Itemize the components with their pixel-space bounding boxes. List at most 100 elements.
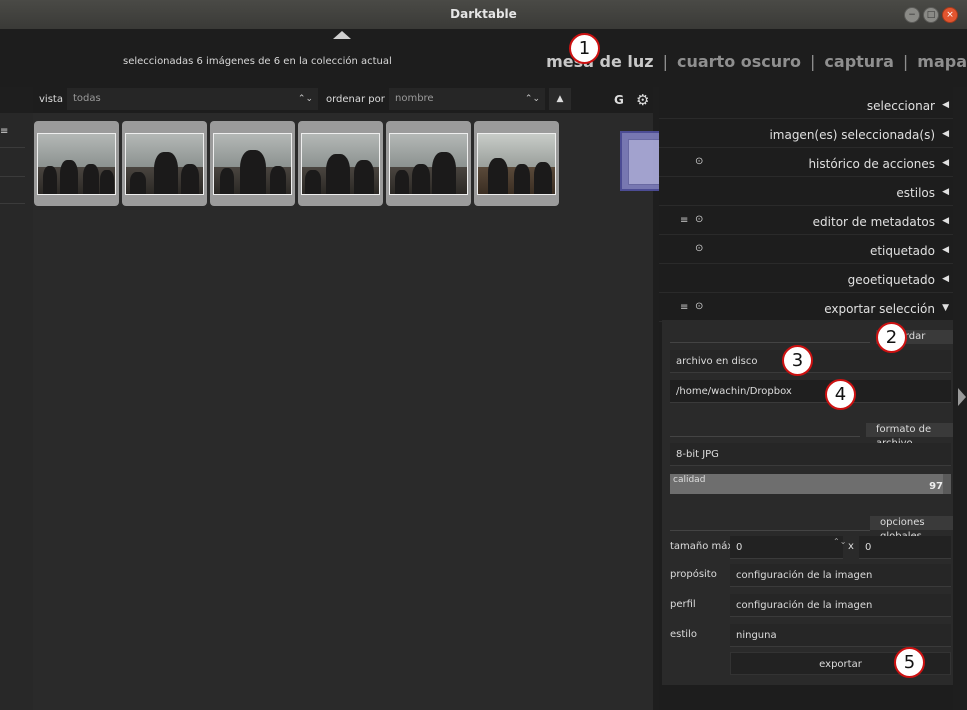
thumbnail-image <box>477 133 556 195</box>
maximize-button[interactable]: □ <box>923 7 939 23</box>
module-export-selected[interactable]: ≡ ⊙ exportar selección ▼ <box>659 293 953 322</box>
collapse-arrow-icon: ◀ <box>942 245 949 255</box>
collapse-arrow-icon: ◀ <box>942 274 949 284</box>
module-tagging[interactable]: ⊙ etiquetado ◀ <box>659 235 953 264</box>
intent-label: propósito <box>670 569 717 580</box>
reset-icon[interactable]: ⊙ <box>695 301 703 312</box>
divider <box>670 530 870 531</box>
module-label: editor de metadatos <box>812 215 935 229</box>
quality-label: calidad <box>673 475 706 485</box>
module-label: histórico de acciones <box>808 157 935 171</box>
collapse-arrow-icon: ◀ <box>942 216 949 226</box>
view-map[interactable]: mapa <box>917 52 967 71</box>
expand-arrow-icon: ▼ <box>942 303 949 313</box>
module-metadata-editor[interactable]: ≡ ⊙ editor de metadatos ◀ <box>659 206 953 235</box>
thumbnail-image <box>125 133 204 195</box>
profile-combo[interactable]: configuración de la imagen <box>730 594 951 617</box>
view-darkroom[interactable]: cuarto oscuro <box>677 52 801 71</box>
gear-icon[interactable]: ⚙ <box>636 91 649 109</box>
collapse-arrow-icon: ◀ <box>942 187 949 197</box>
selection-info: seleccionadas 6 imágenes de 6 en la cole… <box>123 56 392 67</box>
thumbnail[interactable] <box>122 121 207 206</box>
collapse-arrow-icon: ◀ <box>942 158 949 168</box>
max-width-input[interactable]: 0 <box>730 536 843 559</box>
module-label: imagen(es) seleccionada(s) <box>769 128 935 142</box>
max-height-input[interactable]: 0 <box>859 536 951 559</box>
reset-icon[interactable]: ⊙ <box>695 214 703 225</box>
divider <box>670 342 870 343</box>
size-separator: x <box>848 541 854 552</box>
view-separator: | <box>662 52 668 71</box>
callout-4: 4 <box>825 379 856 410</box>
menu-icon[interactable]: ≡ <box>0 126 8 137</box>
lighttable-grid <box>33 113 653 710</box>
module-select[interactable]: seleccionar ◀ <box>659 90 953 119</box>
divider <box>0 203 25 204</box>
module-label: exportar selección <box>824 302 935 316</box>
module-selected-images[interactable]: imagen(es) seleccionada(s) ◀ <box>659 119 953 148</box>
module-history-stack[interactable]: ⊙ histórico de acciones ◀ <box>659 148 953 177</box>
collapse-top-panel-icon[interactable] <box>333 31 351 39</box>
sort-label: ordenar por <box>326 94 385 105</box>
thumbnail-image <box>37 133 116 195</box>
thumbnail[interactable] <box>210 121 295 206</box>
callout-5: 5 <box>894 647 925 678</box>
reset-icon[interactable]: ⊙ <box>695 156 703 167</box>
style-label: estilo <box>670 629 697 640</box>
thumbnail[interactable] <box>386 121 471 206</box>
thumbnail-image <box>389 133 468 195</box>
divider <box>0 176 25 177</box>
divider <box>670 436 860 437</box>
view-separator: | <box>810 52 816 71</box>
thumbnail[interactable] <box>298 121 383 206</box>
module-styles[interactable]: estilos ◀ <box>659 177 953 206</box>
intent-combo[interactable]: configuración de la imagen <box>730 564 951 587</box>
view-tethering[interactable]: captura <box>824 52 893 71</box>
view-filter-value: todas <box>73 93 101 104</box>
view-filter-combo[interactable]: todas ⌃⌄ <box>67 88 318 110</box>
export-path-input[interactable]: /home/wachin/Dropbox <box>670 380 951 403</box>
thumbnail-image <box>301 133 380 195</box>
divider <box>0 147 25 148</box>
module-label: etiquetado <box>869 244 935 258</box>
profile-label: perfil <box>670 599 696 610</box>
minimize-button[interactable]: − <box>904 7 920 23</box>
quality-slider-fill <box>670 474 943 494</box>
view-separator: | <box>902 52 909 71</box>
callout-2: 2 <box>876 322 907 353</box>
module-label: seleccionar <box>866 99 935 113</box>
callout-3: 3 <box>782 345 813 376</box>
sort-direction-button[interactable]: ▲ <box>549 88 571 110</box>
sort-value: nombre <box>395 93 434 104</box>
presets-icon[interactable]: ≡ <box>680 215 688 226</box>
chevron-updown-icon: ⌃⌄ <box>524 94 540 104</box>
window-titlebar: Darktable − □ × <box>0 0 967 30</box>
file-format-combo[interactable]: 8-bit JPG <box>670 443 951 466</box>
thumbnail[interactable] <box>474 121 559 206</box>
view-filter-label: vista <box>39 94 63 105</box>
collapse-arrow-icon: ◀ <box>942 100 949 110</box>
view-switcher: mesa de luz | cuarto oscuro | captura | mapa <box>546 52 967 71</box>
section-file-format: formato de archivo <box>866 423 953 449</box>
collapse-arrow-icon: ◀ <box>942 129 949 139</box>
module-label: geoetiquetado <box>847 273 935 287</box>
thumbnail-image <box>213 133 292 195</box>
width-spin-icon[interactable]: ⌃⌄ <box>833 537 846 546</box>
grouping-button[interactable]: G <box>614 93 624 107</box>
style-combo[interactable]: ninguna <box>730 624 951 647</box>
module-label: estilos <box>896 186 935 200</box>
sort-combo[interactable]: nombre ⌃⌄ <box>389 88 545 110</box>
collapse-right-panel-icon[interactable] <box>958 388 966 406</box>
window-title: Darktable <box>450 7 517 21</box>
callout-1: 1 <box>569 33 600 64</box>
thumbnail[interactable] <box>34 121 119 206</box>
chevron-updown-icon: ⌃⌄ <box>297 94 313 104</box>
close-button[interactable]: × <box>942 7 958 23</box>
reset-icon[interactable]: ⊙ <box>695 243 703 254</box>
module-geotagging[interactable]: geoetiquetado ◀ <box>659 264 953 293</box>
presets-icon[interactable]: ≡ <box>680 302 688 313</box>
view-lighttable[interactable]: mesa de luz <box>546 52 653 71</box>
quality-slider[interactable]: calidad 97 <box>670 474 951 494</box>
quality-value: 97 <box>929 481 943 492</box>
left-panel: ≡ <box>0 113 33 710</box>
